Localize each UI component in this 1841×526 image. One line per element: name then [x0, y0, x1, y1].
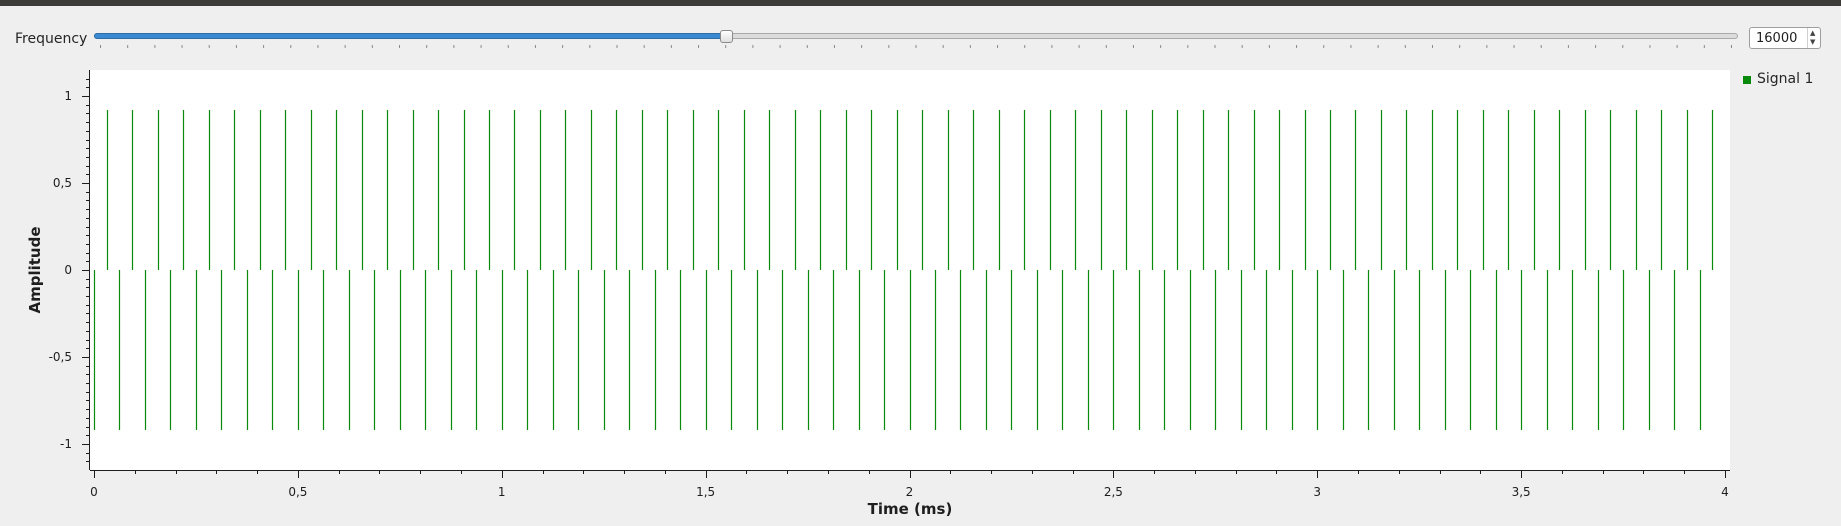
x-tick-label: 3 — [1313, 485, 1321, 499]
x-axis-ticks: 0 0,5 1 1,5 2 2,5 3 3,5 4 — [90, 471, 1729, 499]
legend-label-signal-1: Signal 1 — [1757, 71, 1814, 87]
frequency-slider[interactable] — [94, 30, 1738, 48]
y-axis-label: Amplitude — [26, 226, 44, 313]
x-tick-label: 0,5 — [288, 485, 307, 499]
x-tick-label: 2 — [906, 485, 914, 499]
frequency-label: Frequency — [15, 31, 88, 47]
x-tick-label: 1 — [498, 485, 506, 499]
y-tick-label: 0,5 — [53, 176, 72, 190]
spinbox-arrows: ▲ ▼ — [1807, 28, 1820, 48]
window-top-bar — [0, 0, 1841, 6]
y-tick-label: 0 — [64, 263, 72, 277]
y-tick-label: -0,5 — [49, 350, 72, 364]
legend-swatch-signal-1 — [1743, 76, 1751, 84]
x-tick-label: 4 — [1721, 485, 1729, 499]
spin-up-icon[interactable]: ▲ — [1810, 30, 1815, 37]
slider-fill — [94, 33, 727, 39]
x-tick-label: 1,5 — [696, 485, 715, 499]
y-tick-label: 1 — [64, 89, 72, 103]
frequency-spinbox[interactable]: 16000 ▲ ▼ — [1749, 27, 1821, 49]
x-tick-label: 2,5 — [1104, 485, 1123, 499]
frequency-value[interactable]: 16000 — [1756, 31, 1797, 46]
y-tick-label: -1 — [60, 437, 72, 451]
spin-down-icon[interactable]: ▼ — [1810, 39, 1815, 46]
x-axis-label: Time (ms) — [868, 500, 953, 518]
y-axis-ticks: 1 0,5 0 -0,5 -1 — [49, 79, 89, 462]
time-plot[interactable]: 10,50-0,5-1 0 0,5 1 1,5 2 2,5 3 3,5 4 Time (ms) … — [0, 60, 1741, 526]
slider-handle[interactable] — [720, 30, 734, 43]
slider-ticks — [100, 45, 1732, 48]
x-tick-label: 3,5 — [1512, 485, 1531, 499]
x-tick-label: 0 — [90, 485, 98, 499]
